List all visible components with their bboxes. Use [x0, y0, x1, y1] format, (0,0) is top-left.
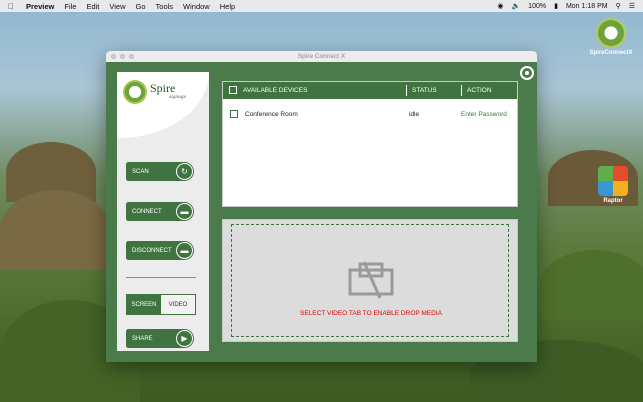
- share-label: SHARE: [132, 335, 153, 342]
- menu-window[interactable]: Window: [183, 2, 210, 11]
- menu-view[interactable]: View: [109, 2, 125, 11]
- hill: [0, 190, 110, 270]
- desktop-icon-label: Raptor: [603, 198, 623, 204]
- zoom-button[interactable]: [129, 54, 134, 59]
- status-area: ◉ 🔈 100% ▮ Mon 1:18 PM ⚲ ☰: [497, 2, 635, 11]
- drop-zone-border: SELECT VIDEO TAB TO ENABLE DROP MEDIA: [231, 224, 509, 337]
- select-all-checkbox[interactable]: [229, 86, 237, 94]
- menu-preview[interactable]: Preview: [26, 2, 54, 11]
- share-button[interactable]: SHARE ▶: [126, 329, 194, 348]
- refresh-icon: ↻: [176, 163, 193, 180]
- logo-tagline: signage: [169, 94, 187, 100]
- header-separator: [406, 85, 407, 96]
- tab-video[interactable]: VIDEO: [161, 295, 195, 314]
- devices-table-header: AVAILABLE DEVICES STATUS ACTION: [223, 82, 517, 99]
- header-status: STATUS: [412, 87, 437, 94]
- minimize-button[interactable]: [120, 54, 125, 59]
- enter-password-link[interactable]: Enter Password: [461, 111, 507, 118]
- table-row[interactable]: Conference Room idle Enter Password: [223, 106, 517, 122]
- clock[interactable]: Mon 1:18 PM: [566, 3, 608, 10]
- header-available-devices: AVAILABLE DEVICES: [243, 87, 308, 94]
- control-panel: Spire signage SCAN ↻ CONNECT ▬ DISCONNEC…: [117, 72, 209, 351]
- search-icon[interactable]: ⚲: [616, 2, 621, 10]
- apple-icon[interactable]: : [8, 2, 14, 11]
- devices-table: AVAILABLE DEVICES STATUS ACTION Conferen…: [222, 81, 518, 207]
- hill: [540, 250, 643, 320]
- device-checkbox[interactable]: [230, 110, 238, 118]
- window-title: Spire Connect X: [297, 53, 346, 60]
- header-separator: [461, 85, 462, 96]
- scan-label: SCAN: [132, 168, 149, 175]
- close-button[interactable]: [111, 54, 116, 59]
- spire-logo-icon: [123, 80, 147, 104]
- tab-screen[interactable]: SCREEN: [127, 295, 161, 314]
- device-status: idle: [409, 111, 420, 118]
- gear-icon[interactable]: [520, 66, 534, 80]
- logo: Spire signage: [117, 72, 209, 138]
- raptor-app-icon: [598, 166, 628, 196]
- desktop-icon-spireconnectx[interactable]: SpireConnectX: [586, 18, 636, 56]
- menu-go[interactable]: Go: [136, 2, 146, 11]
- no-video-icon: [348, 261, 394, 299]
- window-controls: [111, 54, 134, 59]
- media-drop-zone[interactable]: SELECT VIDEO TAB TO ENABLE DROP MEDIA: [222, 219, 518, 342]
- list-icon[interactable]: ☰: [629, 2, 635, 10]
- disconnect-icon: ▬: [176, 242, 193, 259]
- volume-icon[interactable]: 🔈: [511, 2, 520, 10]
- title-bar[interactable]: Spire Connect X: [106, 51, 537, 62]
- play-icon: ▶: [176, 330, 193, 347]
- menu-file[interactable]: File: [64, 2, 76, 11]
- screen-video-toggle: SCREEN VIDEO: [126, 294, 196, 315]
- drop-zone-message: SELECT VIDEO TAB TO ENABLE DROP MEDIA: [300, 310, 442, 317]
- window-body: Spire signage SCAN ↻ CONNECT ▬ DISCONNEC…: [106, 62, 537, 362]
- spireconnectx-app-icon: [596, 18, 626, 48]
- battery-icon[interactable]: ▮: [554, 2, 558, 10]
- menu-help[interactable]: Help: [220, 2, 235, 11]
- desktop-icon-label: SpireConnectX: [589, 50, 633, 56]
- app-window: Spire Connect X Spire signage SCAN ↻ CON…: [106, 51, 537, 362]
- battery-percent[interactable]: 100%: [528, 3, 546, 10]
- connect-button[interactable]: CONNECT ▬: [126, 202, 194, 221]
- divider: [126, 277, 196, 278]
- header-action: ACTION: [467, 87, 492, 94]
- menu-tools[interactable]: Tools: [156, 2, 174, 11]
- menu-edit[interactable]: Edit: [86, 2, 99, 11]
- device-name: Conference Room: [245, 111, 298, 118]
- menu-bar:  Preview File Edit View Go Tools Window…: [0, 0, 643, 12]
- wifi-icon[interactable]: ◉: [497, 2, 503, 10]
- connect-label: CONNECT: [132, 208, 162, 215]
- desktop-icon-raptor[interactable]: Raptor: [588, 166, 638, 204]
- scan-button[interactable]: SCAN ↻: [126, 162, 194, 181]
- connect-icon: ▬: [176, 203, 193, 220]
- disconnect-button[interactable]: DISCONNECT ▬: [126, 241, 194, 260]
- disconnect-label: DISCONNECT: [132, 247, 172, 254]
